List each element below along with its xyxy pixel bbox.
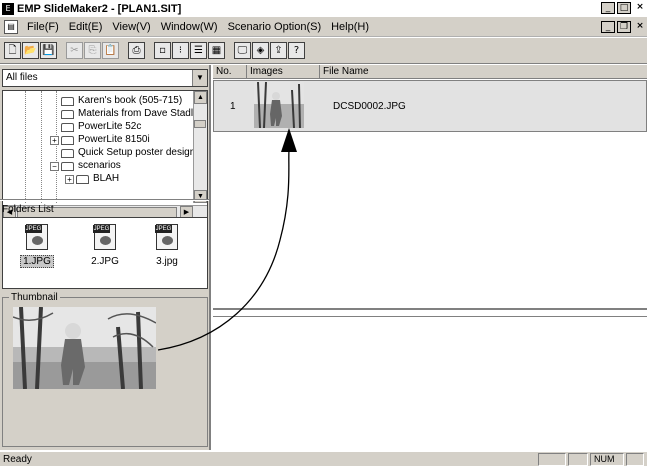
row-image-cell bbox=[248, 81, 321, 130]
emp-app-icon[interactable]: E bbox=[2, 2, 14, 15]
scenario-pane[interactable] bbox=[213, 316, 647, 450]
column-header-file-name[interactable]: File Name bbox=[320, 65, 647, 79]
menu-view[interactable]: View(V) bbox=[107, 21, 155, 33]
status-panel bbox=[626, 453, 644, 466]
send-icon[interactable]: ◈ bbox=[252, 42, 269, 59]
file-item[interactable]: JPEG 3.jpg bbox=[147, 224, 187, 267]
status-bar: Ready NUM bbox=[0, 451, 647, 466]
status-panel bbox=[538, 453, 566, 466]
large-icons-icon[interactable]: ▫ bbox=[154, 42, 171, 59]
folder-icon bbox=[61, 161, 74, 171]
menu-window[interactable]: Window(W) bbox=[156, 21, 223, 33]
details-view-icon[interactable]: ▦ bbox=[208, 42, 225, 59]
folders-list[interactable]: JPEG 1.JPG JPEG 2.JPG JPEG 3.jpg bbox=[2, 217, 208, 289]
list-view-icon[interactable]: ☰ bbox=[190, 42, 207, 59]
print-icon[interactable]: ⎙ bbox=[128, 42, 145, 59]
file-name: 2.JPG bbox=[91, 256, 119, 267]
small-icons-icon[interactable]: ⁝ bbox=[172, 42, 189, 59]
scroll-down-icon[interactable]: ▼ bbox=[194, 190, 207, 203]
row-file-name: DCSD0002.JPG bbox=[333, 100, 406, 112]
expand-icon[interactable]: + bbox=[50, 135, 59, 145]
doc-close-button[interactable]: × bbox=[633, 21, 647, 33]
list-header: No. Images File Name bbox=[213, 65, 647, 79]
window-title: EMP SlideMaker2 - [PLAN1.SIT] bbox=[17, 2, 182, 15]
thumbnail-photo bbox=[13, 307, 156, 389]
file-item[interactable]: JPEG 2.JPG bbox=[85, 224, 125, 267]
row-number: 1 bbox=[230, 100, 236, 112]
monitor-icon[interactable]: 🖵 bbox=[234, 42, 251, 59]
tree-item[interactable]: + BLAH bbox=[65, 173, 119, 185]
folder-icon bbox=[61, 135, 74, 145]
tree-item[interactable]: − scenarios bbox=[50, 160, 121, 172]
paste-icon[interactable]: 📋 bbox=[102, 42, 119, 59]
document-icon[interactable]: ▤ bbox=[4, 19, 18, 34]
toolbar: 🗋 📂 💾 ✂ ⎘ 📋 ⎙ ▫ ⁝ ☰ ▦ 🖵 ◈ ⇪ ? bbox=[0, 38, 647, 64]
row-thumbnail bbox=[254, 81, 304, 129]
tree-item[interactable]: Karen's book (505-715) bbox=[61, 95, 182, 107]
folder-icon bbox=[61, 122, 74, 132]
file-name: 3.jpg bbox=[156, 256, 178, 267]
scroll-thumb[interactable] bbox=[194, 120, 206, 128]
doc-minimize-button[interactable]: _ bbox=[601, 21, 615, 33]
new-icon[interactable]: 🗋 bbox=[4, 42, 21, 59]
chevron-down-icon[interactable]: ▼ bbox=[192, 70, 207, 86]
transfer-icon[interactable]: ⇪ bbox=[270, 42, 287, 59]
table-row[interactable]: 1 DCSD0002.JPG bbox=[213, 80, 647, 132]
file-filter-value: All files bbox=[6, 72, 38, 83]
status-panel bbox=[568, 453, 588, 466]
folder-icon bbox=[76, 174, 89, 184]
menu-help[interactable]: Help(H) bbox=[326, 21, 374, 33]
open-icon[interactable]: 📂 bbox=[22, 42, 39, 59]
file-filter-select[interactable]: All files ▼ bbox=[2, 69, 208, 87]
folder-icon bbox=[61, 96, 74, 106]
scroll-up-icon[interactable]: ▲ bbox=[194, 91, 207, 104]
jpeg-file-icon: JPEG bbox=[93, 224, 116, 250]
file-item[interactable]: JPEG 1.JPG bbox=[17, 224, 57, 268]
title-bar: E EMP SlideMaker2 - [PLAN1.SIT] _ □ × bbox=[0, 0, 647, 17]
menu-edit[interactable]: Edit(E) bbox=[64, 21, 108, 33]
menu-file[interactable]: File(F) bbox=[22, 21, 64, 33]
thumbnail-panel: Thumbnail bbox=[2, 292, 208, 447]
maximize-button[interactable]: □ bbox=[617, 2, 631, 14]
file-name: 1.JPG bbox=[20, 255, 54, 268]
folder-icon bbox=[61, 109, 74, 119]
left-pane: All files ▼ Karen's book (505-715) Mater… bbox=[0, 65, 211, 450]
save-icon[interactable]: 💾 bbox=[40, 42, 57, 59]
tree-vertical-scrollbar[interactable]: ▲ ▼ bbox=[193, 91, 207, 203]
help-icon[interactable]: ? bbox=[288, 42, 305, 59]
status-text: Ready bbox=[3, 453, 32, 465]
menu-scenario-option[interactable]: Scenario Option(S) bbox=[223, 21, 327, 33]
doc-restore-button[interactable]: ❐ bbox=[617, 21, 631, 33]
tree-item[interactable]: PowerLite 52c bbox=[61, 121, 141, 133]
jpeg-file-icon: JPEG bbox=[25, 224, 48, 250]
close-button[interactable]: × bbox=[633, 2, 647, 14]
minimize-button[interactable]: _ bbox=[601, 2, 615, 14]
expand-icon[interactable]: + bbox=[65, 174, 74, 184]
column-header-images[interactable]: Images bbox=[247, 65, 320, 79]
image-list[interactable]: No. Images File Name 1 DCSD0002.JPG bbox=[213, 65, 647, 310]
folders-list-label: Folders List bbox=[2, 204, 54, 215]
right-pane: No. Images File Name 1 DCSD0002.JPG bbox=[213, 65, 647, 450]
document-window-controls: _ ❐ × bbox=[601, 21, 647, 33]
cut-icon[interactable]: ✂ bbox=[66, 42, 83, 59]
menu-bar: ▤ File(F) Edit(E) View(V) Window(W) Scen… bbox=[0, 17, 647, 37]
folder-icon bbox=[61, 148, 74, 158]
collapse-icon[interactable]: − bbox=[50, 161, 59, 171]
num-lock-indicator: NUM bbox=[590, 453, 624, 466]
copy-icon[interactable]: ⎘ bbox=[84, 42, 101, 59]
column-header-no[interactable]: No. bbox=[213, 65, 247, 79]
tree-item[interactable]: + PowerLite 8150i bbox=[50, 134, 150, 146]
jpeg-file-icon: JPEG bbox=[155, 224, 178, 250]
tree-item[interactable]: Materials from Dave Stadl bbox=[61, 108, 193, 120]
window-controls: _ □ × bbox=[601, 2, 647, 14]
tree-item[interactable]: Quick Setup poster desigr bbox=[61, 147, 193, 159]
thumbnail-label: Thumbnail bbox=[9, 292, 60, 303]
